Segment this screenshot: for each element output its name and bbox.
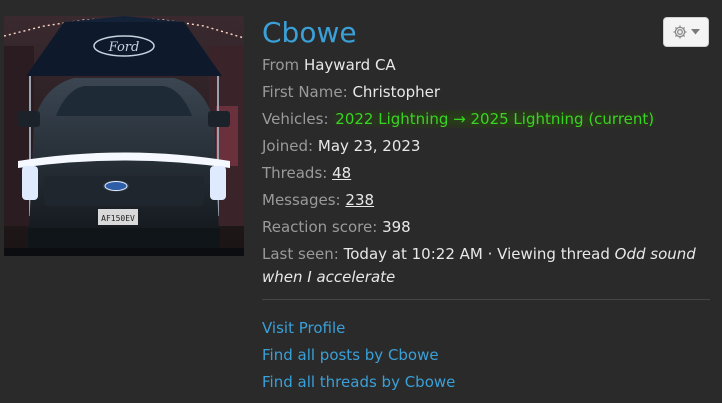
- member-info: Cbowe From Hayward CA First Name: Christ…: [262, 14, 712, 289]
- caret-down-icon: [691, 29, 700, 35]
- messages-count-link[interactable]: 238: [345, 191, 374, 209]
- reaction-score-value: 398: [382, 218, 411, 236]
- joined-value: May 23, 2023: [317, 137, 421, 155]
- member-menu-button[interactable]: [663, 17, 709, 47]
- last-seen-row: Last seen: Today at 10:22 AM · Viewing t…: [262, 243, 712, 289]
- username[interactable]: Cbowe: [262, 14, 712, 52]
- tent-logo-text: Ford: [108, 40, 140, 55]
- first-name-value: Christopher: [352, 83, 441, 101]
- gear-icon: [672, 24, 688, 40]
- vehicles-label: Vehicles:: [262, 110, 329, 128]
- threads-label: Threads:: [262, 164, 328, 182]
- reaction-score-row: Reaction score: 398: [262, 214, 712, 241]
- joined-label: Joined:: [262, 137, 314, 155]
- first-name-row: First Name: Christopher: [262, 79, 712, 106]
- find-posts-link[interactable]: Find all posts by Cbowe: [262, 342, 455, 369]
- reaction-score-label: Reaction score:: [262, 218, 378, 236]
- last-seen-label: Last seen:: [262, 245, 339, 263]
- vehicles-row: Vehicles: 2022 Lightning → 2025 Lightnin…: [262, 106, 712, 133]
- vehicles-value: 2022 Lightning → 2025 Lightning (current…: [333, 110, 657, 128]
- member-tooltip-card: Ford AF150EV Cbowe From Hayward CA First…: [0, 0, 722, 403]
- plate-text: AF150EV: [101, 214, 135, 223]
- visit-profile-link[interactable]: Visit Profile: [262, 315, 455, 342]
- messages-row: Messages: 238: [262, 187, 712, 214]
- messages-label: Messages:: [262, 191, 341, 209]
- location-label: From: [262, 56, 300, 74]
- first-name-label: First Name:: [262, 83, 348, 101]
- threads-row: Threads: 48: [262, 160, 712, 187]
- location-value: Hayward CA: [303, 56, 396, 74]
- location-row: From Hayward CA: [262, 52, 712, 79]
- divider: [262, 299, 710, 300]
- avatar[interactable]: Ford AF150EV: [4, 16, 244, 256]
- threads-count-link[interactable]: 48: [332, 164, 351, 182]
- find-threads-link[interactable]: Find all threads by Cbowe: [262, 369, 455, 396]
- joined-row: Joined: May 23, 2023: [262, 133, 712, 160]
- avatar-photo: Ford AF150EV: [4, 16, 244, 256]
- last-seen-value: Today at 10:22 AM · Viewing thread: [343, 245, 610, 263]
- profile-links: Visit Profile Find all posts by Cbowe Fi…: [262, 315, 455, 396]
